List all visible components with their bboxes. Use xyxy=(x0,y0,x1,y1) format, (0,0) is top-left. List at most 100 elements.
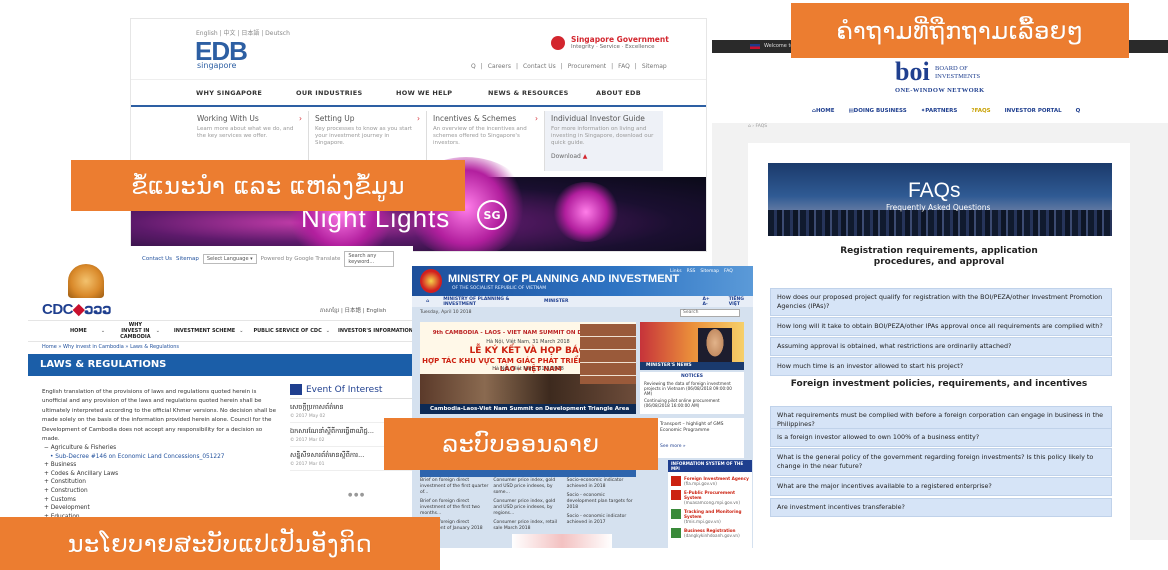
carousel-dots[interactable]: ● ● ● xyxy=(348,492,364,498)
cdc-logo[interactable]: CDC◆ວວວ xyxy=(42,300,112,318)
stats-columns: Brief on foreign direct investment of th… xyxy=(420,478,636,535)
home-icon[interactable]: ⌂ xyxy=(426,299,429,304)
edb-website-screenshot: English | 中文 | 日本語 | Deutsch EDB singapo… xyxy=(130,18,707,252)
nav-home[interactable]: HOME xyxy=(70,328,87,334)
contact-link[interactable]: Contact Us xyxy=(142,256,172,262)
faq-question[interactable]: Is a foreign investor allowed to own 100… xyxy=(770,428,1112,447)
search-icon[interactable]: Q xyxy=(1076,108,1081,114)
breadcrumb: ⌂ › FAQS xyxy=(748,124,768,129)
main-nav: WHY SINGAPORE OUR INDUSTRIES HOW WE HELP… xyxy=(131,79,706,106)
category-item[interactable]: − Agriculture & Fisheries xyxy=(44,444,225,453)
language-select[interactable]: Select Language ▾ xyxy=(202,254,257,264)
nav-home[interactable]: ⌂HOME xyxy=(812,108,834,114)
rss-link[interactable]: RSS xyxy=(687,269,696,274)
cdc-logo-left: CDC xyxy=(42,301,74,318)
system-link[interactable]: Tracking and Monitoring System (tmis.mpi.… xyxy=(671,509,749,524)
stat-link[interactable]: Consumer price index, gold and USD price… xyxy=(493,478,562,496)
utility-links: Q | Careers | Contact Us | Procurement |… xyxy=(471,63,667,70)
category-item[interactable]: + Codes & Ancillary Laws xyxy=(44,470,225,479)
menu-investor-guide[interactable]: Individual Investor Guide For more infor… xyxy=(545,111,663,171)
search-input[interactable]: Search any keyword... xyxy=(344,251,395,267)
nav-public-service[interactable]: PUBLIC SERVICE OF CDC xyxy=(253,328,321,334)
nav-why-singapore[interactable]: WHY SINGAPORE xyxy=(196,89,296,97)
faq-link[interactable]: FAQ xyxy=(618,63,630,70)
sitemap-link[interactable]: Sitemap xyxy=(176,256,199,262)
nav-label: DOING BUSINESS xyxy=(853,108,907,114)
category-item[interactable]: + Development xyxy=(44,504,225,513)
nav-investor-portal[interactable]: INVESTOR PORTAL xyxy=(1005,108,1062,114)
chevron-down-icon: ⌄ xyxy=(239,328,244,334)
ph-flag-icon xyxy=(750,44,760,49)
download-icon: ▲ xyxy=(582,153,588,160)
procurement-link[interactable]: Procurement xyxy=(568,63,606,70)
boi-logo[interactable]: boi xyxy=(895,57,930,86)
language-links[interactable]: ភាសាខ្មែរ | 日本語 | English xyxy=(320,306,386,315)
category-sub-item[interactable]: • Sub-Decree #146 on Economic Land Conce… xyxy=(44,453,225,462)
nav-partners[interactable]: ✦PARTNERS xyxy=(921,108,958,114)
system-link[interactable]: Business Registration (dangkykinhdoanh.go… xyxy=(671,528,749,538)
category-label: Construction xyxy=(50,487,88,494)
links-link[interactable]: Links xyxy=(670,269,682,274)
category-item[interactable]: + Construction xyxy=(44,487,225,496)
faq-question[interactable]: Assuming approval is obtained, what rest… xyxy=(770,337,1112,356)
nav-how-we-help[interactable]: HOW WE HELP xyxy=(396,89,488,97)
faq-question[interactable]: How long will it take to obtain BOI/PEZA… xyxy=(770,317,1112,336)
stat-link[interactable]: Consumer price index, gold and USD price… xyxy=(493,499,562,517)
search-icon[interactable]: Q xyxy=(471,63,476,70)
see-more-link[interactable]: See more » xyxy=(660,444,686,450)
system-link[interactable]: E-Public Procurement System (muasamcong.m… xyxy=(671,490,749,505)
news-thumbnails[interactable] xyxy=(580,324,636,384)
notice-item[interactable]: Continuing pilot online procurement (06/… xyxy=(644,398,740,408)
stat-link[interactable]: Brief on foreign direct investment of th… xyxy=(420,478,489,496)
stats-tabs[interactable] xyxy=(420,470,636,477)
nav-ministry[interactable]: MINISTRY OF PLANNING & INVESTMENT xyxy=(443,297,530,307)
nav-about-edb[interactable]: ABOUT EDB xyxy=(596,89,641,97)
boi-logo-text: boi xyxy=(895,57,930,86)
nav-faqs[interactable]: ?FAQS xyxy=(971,108,990,114)
nav-our-industries[interactable]: OUR INDUSTRIES xyxy=(296,89,396,97)
stat-link[interactable]: Socio - economic indicator achieved in 2… xyxy=(567,514,636,526)
category-item[interactable]: + Business xyxy=(44,461,225,470)
faq-question[interactable]: What is the general policy of the govern… xyxy=(770,448,1112,476)
gms-link[interactable]: Transport – highlight of GMS Economic Pr… xyxy=(660,422,744,434)
sitemap-link[interactable]: Sitemap xyxy=(642,63,667,70)
nav-news-resources[interactable]: NEWS & RESOURCES xyxy=(488,89,596,97)
search-input[interactable]: Search xyxy=(680,309,740,317)
edb-logo[interactable]: EDB xyxy=(195,38,248,64)
stat-link[interactable]: Consumer price index, retail sale March … xyxy=(493,520,562,532)
nav-investment-scheme[interactable]: INVESTMENT SCHEME xyxy=(174,328,235,334)
lion-head-icon xyxy=(551,35,565,50)
faq-link[interactable]: FAQ xyxy=(724,269,733,274)
nav-minister[interactable]: MINISTER xyxy=(544,299,568,304)
notice-item[interactable]: Reviewing the data of foreign investment… xyxy=(644,381,740,396)
font-size-control[interactable]: A+ A- xyxy=(702,297,714,307)
stat-link[interactable]: Socio - economic development plan target… xyxy=(567,493,636,511)
faq-question[interactable]: What are the major incentives available … xyxy=(770,477,1112,496)
faq-question[interactable]: How does our proposed project qualify fo… xyxy=(770,288,1112,316)
system-link[interactable]: Foreign Investment Agency (fia.mpi.gov.vn… xyxy=(671,476,749,486)
nav-why-invest[interactable]: WHY INVEST IN CAMBODIA xyxy=(119,322,152,340)
breadcrumb[interactable]: Home » Why invest in Cambodia » Laws & R… xyxy=(42,344,179,350)
careers-link[interactable]: Careers xyxy=(488,63,511,70)
system-name: E-Public Procurement System xyxy=(684,490,736,500)
faq-question[interactable]: How much time is an investor allowed to … xyxy=(770,357,1112,376)
nav-investor-info[interactable]: INVESTOR'S INFORMATION xyxy=(338,328,413,334)
sg-government-badge: Singapore Government Integrity · Service… xyxy=(551,35,669,50)
stat-link[interactable]: Brief on foreign direct investment of th… xyxy=(420,499,489,517)
contact-link[interactable]: Contact Us xyxy=(523,63,556,70)
minister-news-label: MINISTER'S NEWS xyxy=(640,362,744,370)
category-item[interactable]: + Constitution xyxy=(44,478,225,487)
category-item[interactable]: + Customs xyxy=(44,496,225,505)
tracking-icon xyxy=(671,509,681,519)
sitemap-link[interactable]: Sitemap xyxy=(700,269,719,274)
vietnam-emblem-icon xyxy=(420,269,442,293)
systems-title: INFORMATION SYSTEM OF THE MPI xyxy=(668,460,752,472)
download-link[interactable]: Download xyxy=(551,153,581,160)
nav-doing-business[interactable]: ▤DOING BUSINESS xyxy=(848,108,906,114)
faq-question[interactable]: Are investment incentives transferable? xyxy=(770,498,1112,517)
boi-website-screenshot: Welcome to the boi BOARD OF INVESTMENTS … xyxy=(712,40,1168,540)
minister-photo[interactable]: MINISTER'S NEWS xyxy=(640,322,744,370)
vietnamese-link[interactable]: TIẾNG VIỆT xyxy=(729,297,753,307)
cdc-emblem-icon xyxy=(68,264,104,298)
stat-link[interactable]: Socio-economic indicator achieved in 201… xyxy=(567,478,636,490)
